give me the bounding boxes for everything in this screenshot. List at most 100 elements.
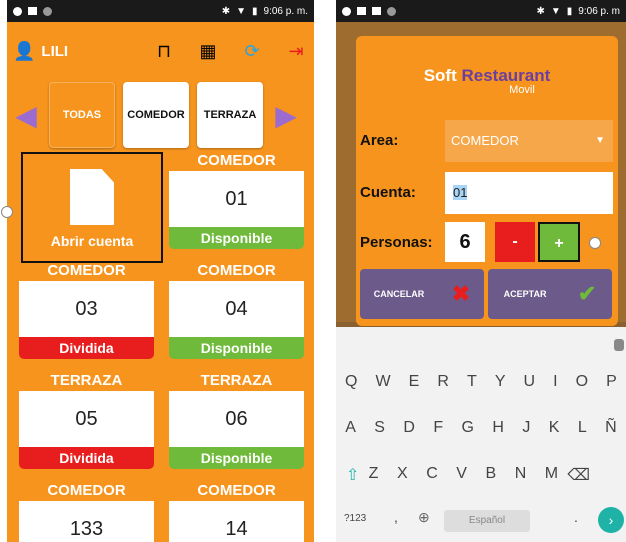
mic-icon[interactable] [614, 339, 624, 351]
image-icon [28, 7, 37, 15]
table-tile[interactable]: TERRAZA 05 Dividida [15, 370, 158, 469]
open-account-screen: ✱ ▼ ▮ 9:06 p. m Soft Restaurant Movil Ar… [336, 0, 626, 542]
table-area: COMEDOR [197, 152, 276, 169]
accept-button[interactable]: ACEPTAR ✔ [488, 269, 612, 319]
table-number: 05 [19, 391, 154, 447]
area-terraza-button[interactable]: TERRAZA [197, 82, 263, 148]
user-icon: 👤 [13, 40, 36, 61]
area-select[interactable]: COMEDOR ▼ [445, 120, 613, 162]
key-d[interactable]: D [403, 419, 415, 437]
cancel-label: CANCELAR [373, 289, 425, 299]
logo-restaurant: Restaurant [461, 66, 551, 85]
key-y[interactable]: Y [495, 373, 506, 391]
key-t[interactable]: T [467, 373, 477, 391]
key-m[interactable]: M [545, 465, 558, 485]
table-number: 133 [19, 501, 154, 542]
key-x[interactable]: X [397, 465, 408, 485]
cancel-icon: ✖ [451, 281, 471, 306]
table-status: Disponible [169, 337, 304, 359]
key-c[interactable]: C [426, 465, 438, 485]
table-status: Disponible [169, 227, 304, 249]
status-time: 9:06 p. m [578, 5, 620, 17]
period-key[interactable]: . [574, 509, 578, 525]
key-n[interactable]: N [515, 465, 527, 485]
key-e[interactable]: E [409, 373, 420, 391]
table-tile[interactable]: COMEDOR 01 Disponible [165, 150, 308, 249]
key-l[interactable]: L [578, 419, 587, 437]
key-ñ[interactable]: Ñ [605, 419, 617, 437]
table-area: COMEDOR [197, 262, 276, 279]
key-k[interactable]: K [549, 419, 560, 437]
check-icon: ✔ [577, 281, 597, 306]
decrease-button[interactable]: - [495, 222, 535, 262]
key-f[interactable]: F [433, 419, 443, 437]
space-key[interactable]: Español [444, 510, 530, 532]
area-todas-button[interactable]: TODAS [49, 82, 115, 148]
table-tile[interactable]: TERRAZA 06 Disponible [165, 370, 308, 469]
logo-movil: Movil [509, 84, 535, 96]
open-account-dialog: Soft Restaurant Movil Area: COMEDOR ▼ Cu… [356, 36, 618, 326]
open-account-button[interactable]: Abrir cuenta [21, 152, 163, 263]
symbols-key[interactable]: ?123 [344, 513, 366, 524]
globe-icon[interactable]: ⊕ [418, 509, 430, 526]
key-z[interactable]: Z [369, 465, 379, 485]
table-tile[interactable]: COMEDOR 133 [15, 480, 158, 542]
table-tile[interactable]: COMEDOR 14 [165, 480, 308, 542]
cash-icon[interactable]: ▦ [196, 39, 220, 63]
callout-marker [1, 206, 13, 218]
table-icon[interactable]: ⊓ [152, 39, 176, 63]
status-time: 9:06 p. m. [263, 5, 308, 17]
area-comedor-button[interactable]: COMEDOR [123, 82, 189, 148]
wifi-icon: ▼ [236, 5, 247, 17]
app-logo: Soft Restaurant Movil [356, 66, 618, 96]
wifi-icon: ▼ [550, 5, 561, 17]
logout-icon[interactable]: ⇥ [284, 39, 308, 63]
table-number: 06 [169, 391, 304, 447]
key-q[interactable]: Q [345, 373, 357, 391]
key-s[interactable]: S [374, 419, 385, 437]
cuenta-input[interactable]: 01 [445, 172, 613, 214]
key-w[interactable]: W [376, 373, 391, 391]
callout-marker [589, 237, 601, 249]
table-status: Dividida [19, 447, 154, 469]
arrow-left-icon[interactable]: ◀ [11, 100, 41, 131]
arrow-right-icon[interactable]: ▶ [271, 100, 301, 131]
open-account-label: Abrir cuenta [50, 233, 134, 249]
key-o[interactable]: O [576, 373, 588, 391]
shift-icon[interactable]: ⇧ [346, 465, 359, 485]
table-area: COMEDOR [47, 482, 126, 499]
key-a[interactable]: A [345, 419, 356, 437]
user-menu[interactable]: 👤 LILI [13, 41, 132, 62]
notification-icon [13, 6, 22, 16]
keyboard-row-2: ASDF GHJ KLÑ [336, 419, 626, 437]
key-r[interactable]: R [437, 373, 449, 391]
battery-icon: ▮ [252, 5, 258, 17]
cancel-button[interactable]: CANCELAR ✖ [360, 269, 484, 319]
comma-key[interactable]: , [394, 509, 398, 525]
key-b[interactable]: B [485, 465, 496, 485]
record-icon [43, 6, 52, 16]
tables-screen: ✱ ▼ ▮ 9:06 p. m. 👤 LILI ⊓ ▦ ⟳ ⇥ ◀ TODAS … [7, 0, 314, 542]
table-number: 01 [169, 171, 304, 227]
table-area: TERRAZA [200, 372, 273, 389]
key-g[interactable]: G [462, 419, 474, 437]
key-i[interactable]: I [553, 373, 557, 391]
go-icon[interactable]: › [598, 507, 624, 533]
increase-button[interactable]: + [538, 222, 580, 262]
table-tile[interactable]: COMEDOR 04 Disponible [165, 260, 308, 359]
table-area: COMEDOR [47, 262, 126, 279]
key-p[interactable]: P [606, 373, 617, 391]
chevron-down-icon: ▼ [595, 135, 605, 146]
key-v[interactable]: V [456, 465, 467, 485]
key-h[interactable]: H [492, 419, 504, 437]
refresh-icon[interactable]: ⟳ [240, 39, 264, 63]
status-bar: ✱ ▼ ▮ 9:06 p. m [336, 0, 626, 22]
table-status: Dividida [19, 337, 154, 359]
bluetooth-icon: ✱ [536, 5, 545, 17]
logo-soft: Soft [423, 66, 457, 85]
table-tile[interactable]: COMEDOR 03 Dividida [15, 260, 158, 359]
keyboard-row-3: ⇧ ZXCVBNM ⌫ [336, 465, 626, 485]
key-u[interactable]: U [524, 373, 536, 391]
backspace-icon[interactable]: ⌫ [567, 465, 590, 485]
key-j[interactable]: J [522, 419, 530, 437]
